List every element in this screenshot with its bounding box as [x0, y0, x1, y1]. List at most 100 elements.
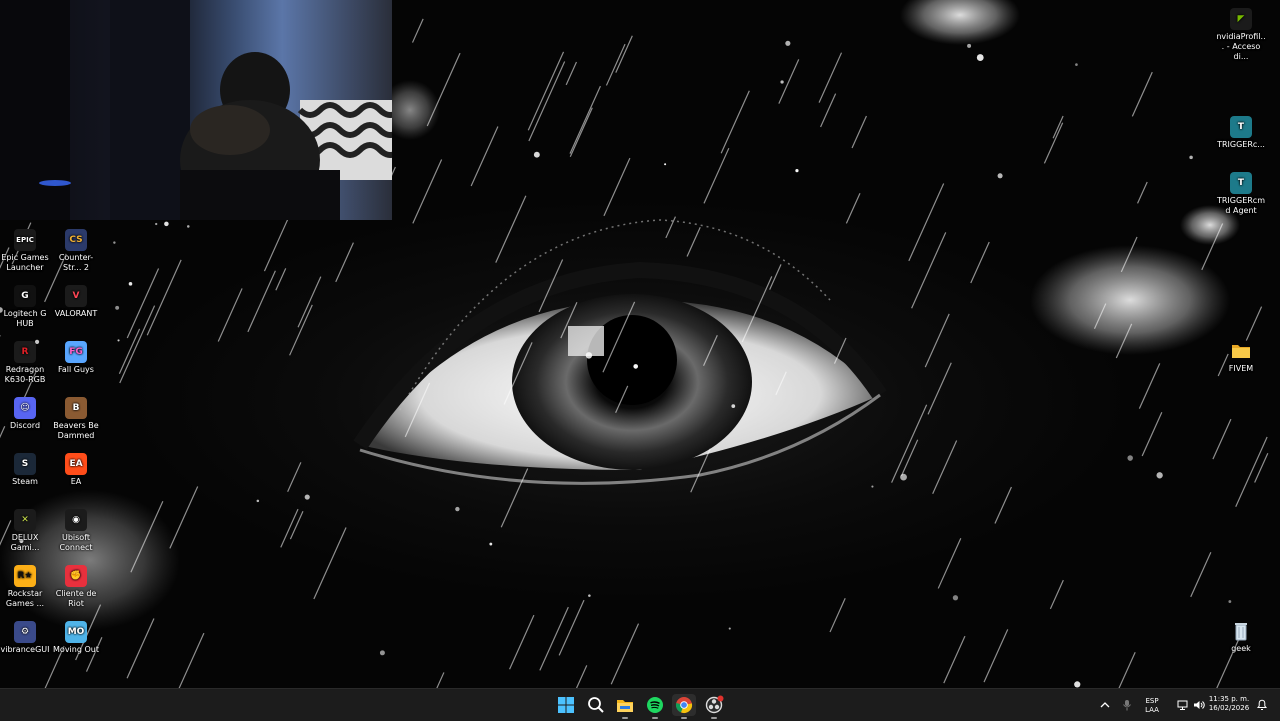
desktop-icon-label: Rockstar Games ... — [0, 589, 50, 609]
desktop-icon-vibrancegui[interactable]: ⚙vibranceGUI — [0, 621, 50, 655]
light-speck — [455, 507, 459, 511]
spotify-button[interactable] — [643, 694, 667, 716]
rain-streak — [846, 193, 860, 223]
microphone-tray-button[interactable] — [1118, 694, 1136, 716]
desktop-icon-label: geek — [1216, 644, 1266, 654]
desktop-icon-nvidia-profile[interactable]: ◤nvidiaProfil... - Acceso di... — [1216, 8, 1266, 62]
light-speck — [1156, 472, 1162, 478]
rain-streak — [314, 527, 346, 599]
light-speck — [129, 282, 133, 286]
light-speck — [155, 223, 157, 225]
start-button[interactable] — [554, 694, 578, 716]
rain-streak — [1044, 123, 1062, 164]
rain-streak — [1139, 363, 1159, 408]
desktop-icon-label: Moving Out — [51, 645, 101, 655]
desktop-icon-label: DELUX Gami... — [0, 533, 50, 553]
desktop-icon-riot-client[interactable]: ✊Cliente de Riot — [51, 565, 101, 609]
rain-streak — [604, 158, 630, 216]
search-button[interactable] — [584, 694, 608, 716]
desktop-icon-label: Counter-Str... 2 — [51, 253, 101, 273]
rain-streak — [892, 405, 927, 483]
rain-streak — [933, 441, 957, 494]
rain-streak — [248, 271, 276, 332]
rain-streak — [178, 633, 204, 688]
rain-streak — [529, 62, 565, 141]
desktop-icon-recycle-bin[interactable]: geek — [1216, 620, 1266, 654]
desktop-icon-ubisoft-connect[interactable]: ◉Ubisoft Connect — [51, 509, 101, 553]
language-indicator[interactable]: ESP LAA — [1140, 697, 1164, 715]
fall-guys-icon: FG — [65, 341, 87, 363]
desktop-icon-label: vibranceGUI — [0, 645, 50, 655]
desktop-icon-steam[interactable]: SSteam — [0, 453, 50, 487]
rain-streak — [413, 19, 424, 43]
notifications-button[interactable] — [1254, 694, 1270, 716]
desktop-icon-triggercmd-agent[interactable]: TTRIGGERcmd Agent — [1216, 172, 1266, 216]
light-speck — [871, 486, 873, 488]
rain-streak — [1132, 72, 1152, 116]
desktop-icon-rockstar-games[interactable]: R★Rockstar Games ... — [0, 565, 50, 609]
notification-bell-icon — [1256, 699, 1268, 711]
light-speck — [1228, 600, 1231, 603]
desktop-icon-counter-strike[interactable]: CSCounter-Str... 2 — [51, 229, 101, 273]
ubisoft-connect-icon: ◉ — [65, 509, 87, 531]
light-speck — [729, 628, 731, 630]
desktop-icon-label: EA — [51, 477, 101, 487]
rain-streak — [928, 363, 951, 415]
desktop-icon-logitech-ghub[interactable]: GLogitech G HUB — [0, 285, 50, 329]
rain-streak — [1116, 652, 1135, 688]
light-speck — [977, 54, 984, 61]
folder-icon — [1230, 340, 1252, 362]
light-speck — [187, 225, 190, 228]
rain-streak — [496, 196, 526, 263]
desktop-icon-valorant[interactable]: VVALORANT — [51, 285, 101, 319]
desktop-icon-folder[interactable]: FIVEM — [1216, 340, 1266, 374]
spotify-icon — [646, 696, 664, 714]
webcam-overlay — [0, 0, 392, 220]
light-speck — [1074, 681, 1080, 687]
light-speck — [967, 44, 971, 48]
rain-streak — [616, 36, 633, 73]
file-explorer-button[interactable] — [613, 694, 637, 716]
light-speck — [900, 474, 907, 481]
rain-streak — [830, 598, 845, 632]
desktop-icon-beavers-be-dammed[interactable]: BBeavers Be Dammed — [51, 397, 101, 441]
epic-games-icon: EPIC — [14, 229, 36, 251]
rain-streak — [566, 62, 576, 85]
language-code: ESP — [1140, 697, 1164, 706]
chrome-button[interactable] — [672, 694, 696, 716]
desktop-icon-redragon[interactable]: RRedragon K630-RGB — [0, 341, 50, 385]
triggercmd-icon: T — [1230, 116, 1252, 138]
desktop-icon-delux-gaming[interactable]: ✕DELUX Gami... — [0, 509, 50, 553]
rain-streak — [276, 268, 286, 290]
desktop-icon-moving-out[interactable]: MOMoving Out — [51, 621, 101, 655]
light-speck — [1189, 156, 1193, 160]
rain-streak — [554, 665, 587, 688]
light-speck — [115, 306, 119, 310]
desktop-icon-triggercmd[interactable]: TTRIGGERc... — [1216, 116, 1266, 150]
light-speck — [780, 80, 783, 83]
rain-streak — [540, 607, 568, 670]
desktop-icon-ea[interactable]: EA EA — [51, 453, 101, 487]
rain-streak — [819, 53, 841, 103]
light-speck — [731, 404, 735, 408]
discord-icon: ☺ — [14, 397, 36, 419]
clock[interactable]: 11:35 p. m. 16/02/2026 — [1204, 695, 1254, 713]
light-speck — [664, 163, 666, 165]
search-icon — [587, 696, 605, 714]
rain-streak — [559, 600, 584, 655]
desktop-icon-label: Redragon K630-RGB — [0, 365, 50, 385]
show-hidden-icons-button[interactable] — [1096, 694, 1114, 716]
desktop-icon-label: TRIGGERcmd Agent — [1216, 196, 1266, 216]
desktop-icon-label: Ubisoft Connect — [51, 533, 101, 553]
rain-streak — [147, 260, 181, 335]
desktop-icon-discord[interactable]: ☺Discord — [0, 397, 50, 431]
chrome-icon — [675, 696, 693, 714]
desktop-icon-epic-games[interactable]: EPICEpic Games Launcher — [0, 229, 50, 273]
obs-button[interactable] — [702, 694, 726, 716]
obs-icon — [704, 695, 724, 715]
desktop-icon-fall-guys[interactable]: FGFall Guys — [51, 341, 101, 375]
rain-streak — [288, 462, 301, 491]
ea-icon: EA — [65, 453, 87, 475]
rain-streak — [413, 672, 444, 688]
light-speck — [305, 494, 310, 499]
